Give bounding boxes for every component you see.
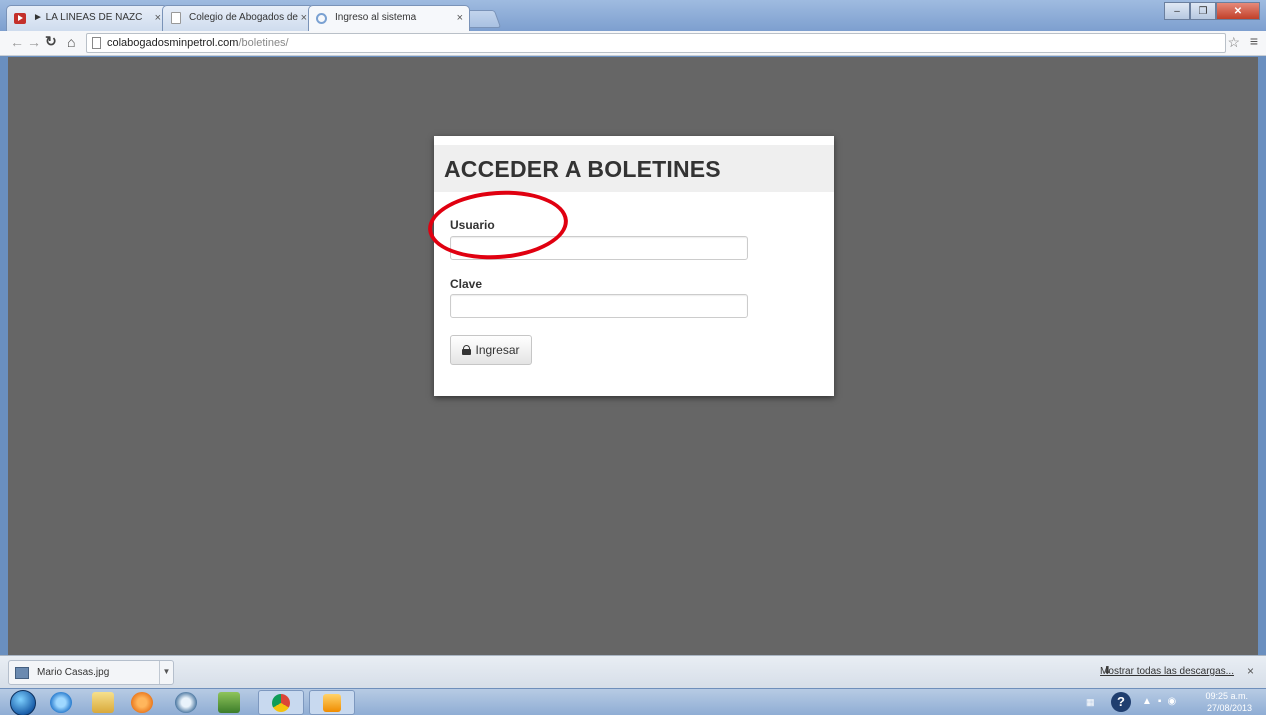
page-viewport: ACCEDER A BOLETINES Usuario Clave Ingres… — [8, 57, 1258, 655]
app-icon[interactable] — [218, 692, 240, 713]
login-card: ACCEDER A BOLETINES Usuario Clave Ingres… — [434, 136, 834, 396]
tab-strip: ► LA LINEAS DE NAZC × Colegio de Abogado… — [0, 0, 1266, 31]
ingresar-button[interactable]: Ingresar — [450, 335, 532, 365]
page-icon — [92, 37, 101, 49]
tab-youtube[interactable]: ► LA LINEAS DE NAZC × — [6, 5, 168, 31]
start-button[interactable] — [10, 690, 36, 715]
download-file-name: Mario Casas.jpg — [37, 667, 110, 678]
media-player-icon[interactable] — [131, 692, 153, 713]
clock-time[interactable]: 09:25 a.m. — [1205, 691, 1248, 701]
show-all-downloads-link[interactable]: Mostrar todas las descargas... — [1100, 666, 1234, 677]
tab-label: Ingreso al sistema — [335, 12, 417, 23]
forward-arrow-icon[interactable]: → — [27, 34, 41, 50]
lock-icon — [462, 345, 472, 355]
download-shelf: Mario Casas.jpg ▼ ⬇ Mostrar todas las de… — [0, 655, 1266, 688]
address-bar[interactable]: colabogadosminpetrol.com/boletines/ — [86, 33, 1226, 53]
tab-label: ► LA LINEAS DE NAZC — [33, 12, 143, 23]
ingresar-label: Ingresar — [475, 343, 520, 357]
app-icon[interactable] — [175, 692, 197, 713]
tab-label: Colegio de Abogados de — [189, 12, 298, 23]
tab-close-icon[interactable]: × — [301, 12, 307, 24]
download-item[interactable]: Mario Casas.jpg ▼ — [8, 660, 174, 685]
help-icon[interactable]: ? — [1111, 692, 1131, 712]
restore-button[interactable]: ❐ — [1190, 2, 1216, 20]
internet-explorer-icon[interactable] — [50, 692, 72, 713]
window-controls: – ❐ ✕ — [1164, 2, 1260, 22]
home-icon[interactable]: ⌂ — [67, 34, 75, 50]
page-icon — [171, 12, 181, 24]
outlook-icon[interactable] — [309, 690, 355, 715]
browser-toolbar: ← → ↻ ⌂ colabogadosminpetrol.com/boletin… — [0, 31, 1266, 56]
close-icon[interactable]: × — [1247, 664, 1254, 678]
image-file-icon — [15, 667, 29, 679]
keyboard-icon[interactable]: ▦ — [1086, 697, 1095, 708]
chevron-down-icon[interactable]: ▼ — [159, 661, 173, 684]
tab-ingreso[interactable]: Ingreso al sistema × — [308, 5, 470, 31]
back-arrow-icon[interactable]: ← — [10, 34, 24, 50]
close-window-button[interactable]: ✕ — [1216, 2, 1260, 20]
tray-icons[interactable]: ▲▪◉ — [1142, 696, 1182, 707]
minimize-button[interactable]: – — [1164, 2, 1190, 20]
reload-icon[interactable]: ↻ — [45, 33, 57, 50]
youtube-icon — [14, 13, 26, 24]
card-header: ACCEDER A BOLETINES — [434, 145, 834, 192]
bookmark-star-icon[interactable]: ☆ — [1227, 34, 1240, 51]
tab-close-icon[interactable]: × — [457, 12, 463, 24]
tab-close-icon[interactable]: × — [155, 12, 161, 24]
clave-label: Clave — [450, 277, 483, 291]
tab-colegio[interactable]: Colegio de Abogados de × — [162, 5, 314, 31]
file-explorer-icon[interactable] — [92, 692, 114, 713]
browser-window: ► LA LINEAS DE NAZC × Colegio de Abogado… — [0, 0, 1266, 688]
page-title: ACCEDER A BOLETINES — [444, 156, 721, 182]
loading-icon — [316, 13, 327, 24]
clave-input[interactable] — [450, 294, 748, 318]
taskbar: ▦ ? ▲▪◉ 09:25 a.m. 27/08/2013 — [0, 688, 1266, 715]
url-host: colabogadosminpetrol.com — [107, 37, 239, 49]
url-path: /boletines/ — [238, 37, 289, 49]
clock-date[interactable]: 27/08/2013 — [1207, 703, 1252, 713]
menu-icon[interactable]: ≡ — [1250, 33, 1258, 49]
chrome-icon[interactable] — [258, 690, 304, 715]
system-tray: ▦ ? ▲▪◉ 09:25 a.m. 27/08/2013 — [1076, 689, 1266, 715]
